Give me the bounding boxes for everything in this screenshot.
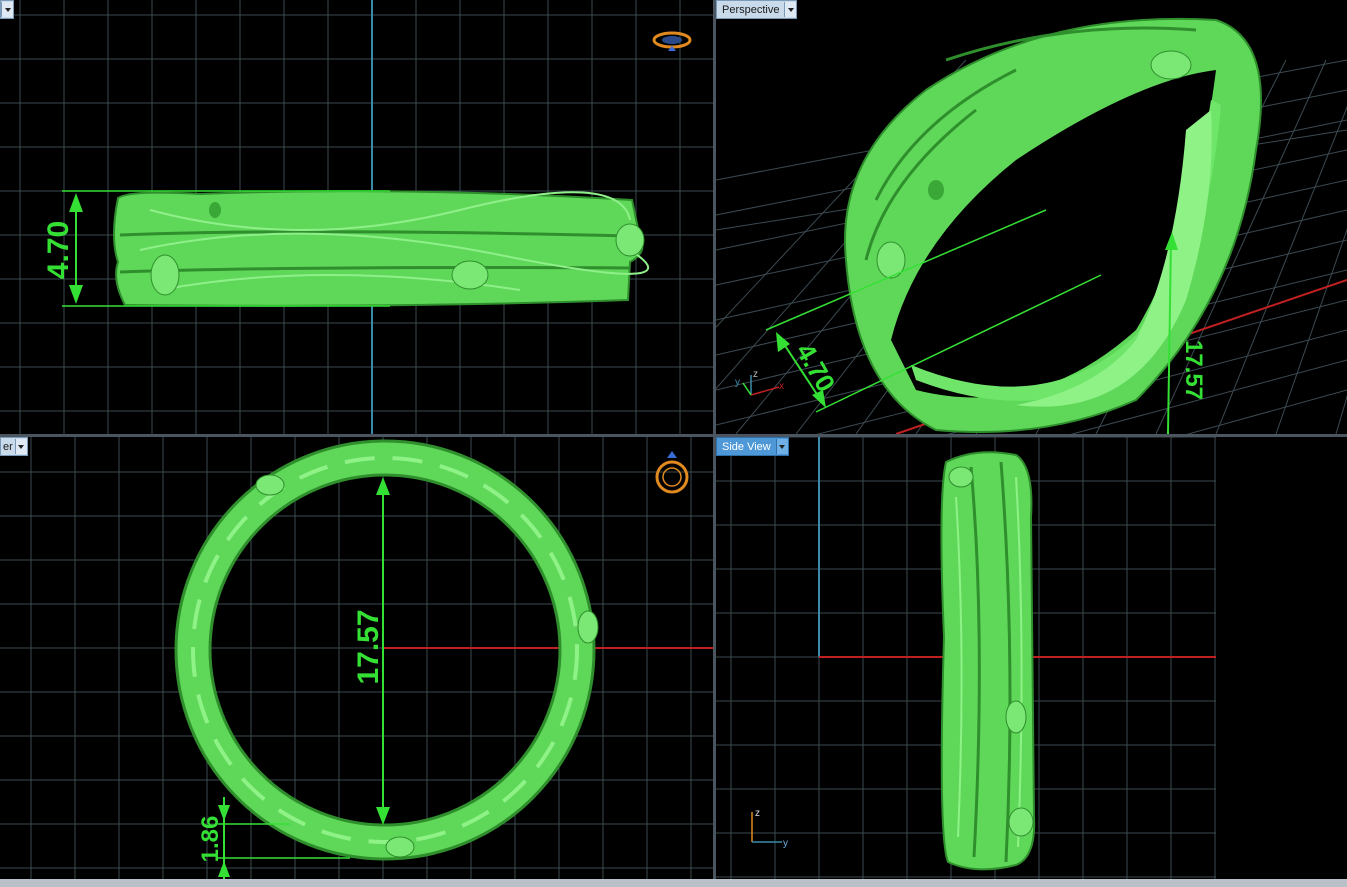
viewport-top-title: er [3,440,13,453]
viewport-top[interactable]: 17.57 1.86 er [0,437,713,879]
viewport-side-title: Side View [722,440,771,453]
axis-label-x: x [779,381,784,392]
dimension-thickness-top: 1.86 [197,816,224,863]
perspective-view-canvas: 4.70 17.57 z x y [716,17,1347,434]
viewport-front-menu[interactable] [0,0,14,19]
viewport-top-menu[interactable]: er [0,437,28,456]
dimension-height-front: 4.70 [42,221,75,279]
viewport-front[interactable]: 4.70 [0,0,713,434]
axis-label-z: z [753,369,758,380]
chevron-down-icon[interactable] [1,2,13,17]
dimension-height-perspective: 4.70 [790,338,841,397]
axis-label-y: y [783,838,788,849]
ring-front-icon[interactable] [652,31,692,51]
side-view-canvas: z y [716,437,1216,879]
viewport-perspective-title: Perspective [722,3,780,16]
ring-model-top [174,439,599,861]
chevron-down-icon[interactable] [784,2,797,17]
dimension-diameter-top: 17.57 [352,609,385,684]
ring-model-side [940,451,1036,871]
axis-gizmo-perspective: z x y [735,369,784,396]
viewport-perspective[interactable]: 4.70 17.57 z x y Perspective [716,0,1347,434]
axis-label-z: z [755,808,760,819]
viewport-divider-vertical[interactable] [713,0,716,887]
axis-gizmo-side: z y [751,808,788,849]
front-view-canvas: 4.70 [0,0,713,434]
dimension-diameter-perspective: 17.57 [1180,340,1207,400]
viewport-perspective-menu[interactable]: Perspective [716,0,798,19]
axis-label-y: y [735,377,740,388]
viewport-divider-horizontal[interactable] [0,434,1347,437]
viewport-side-menu[interactable]: Side View [716,437,789,456]
ring-model-front [113,190,650,307]
viewport-side[interactable]: z y Side View [716,437,1347,879]
chevron-down-icon[interactable] [14,439,27,454]
status-bar [0,879,1347,887]
chevron-down-icon[interactable] [775,439,788,454]
top-view-canvas: 17.57 1.86 [0,437,713,879]
